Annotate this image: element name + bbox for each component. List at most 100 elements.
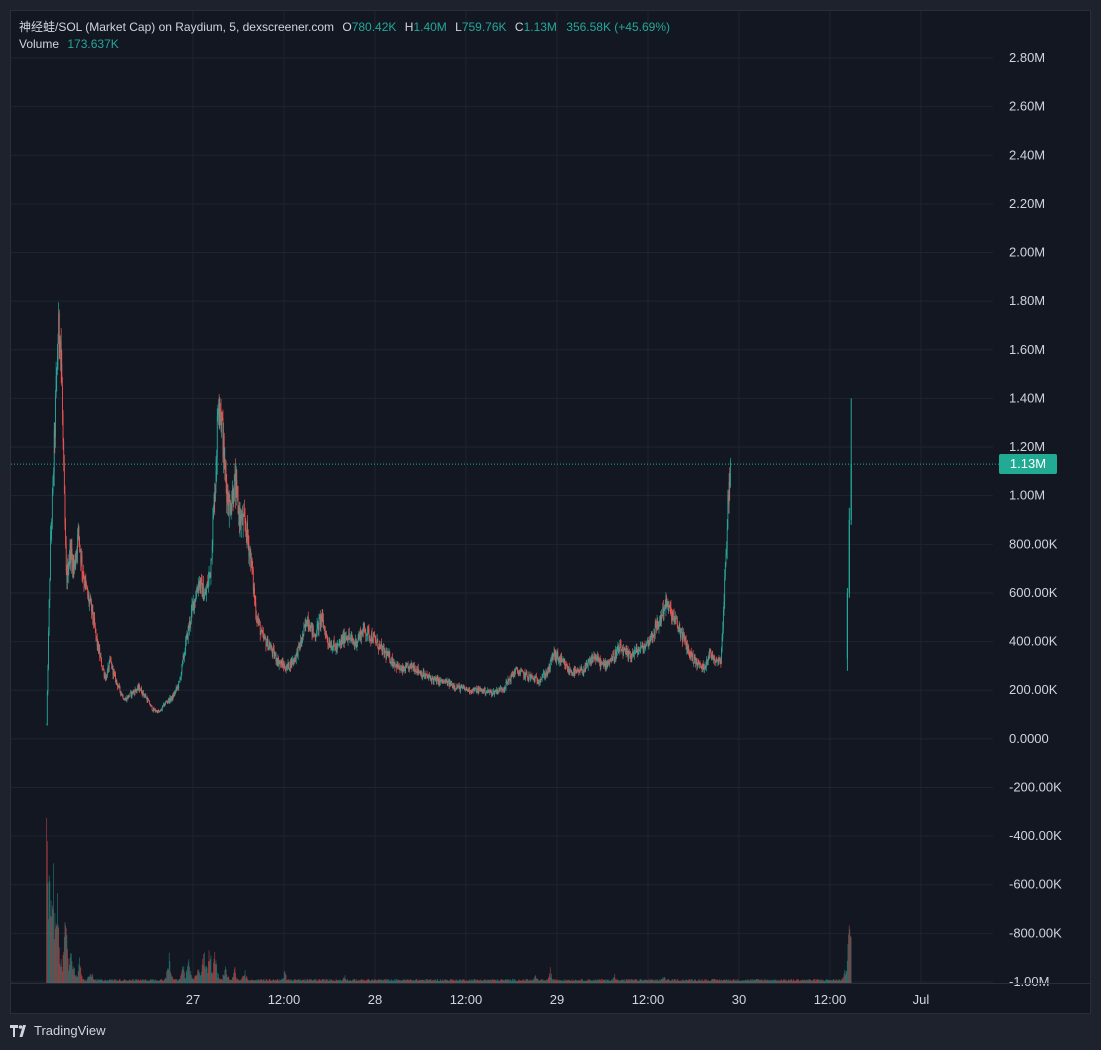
candle-body	[536, 677, 538, 682]
candle-body	[541, 678, 542, 680]
candle-body	[447, 680, 449, 686]
candle-body	[96, 635, 97, 638]
chart-frame[interactable]: 2.80M 2.60M 2.40M 2.20M 2.00M 1.80M 1.60M 1.40M…	[10, 10, 1091, 1014]
tradingview-brand: TradingView	[34, 1023, 106, 1038]
candle-body	[661, 615, 662, 622]
y-tick-label: 200.00K	[1009, 682, 1058, 697]
candle-body	[659, 621, 661, 624]
candle-body	[201, 578, 202, 580]
candle-body	[724, 564, 726, 577]
candle-body	[249, 550, 250, 557]
candle-body	[247, 537, 249, 543]
candle-body	[636, 647, 638, 650]
candle-body	[329, 642, 331, 648]
candle-body	[485, 693, 487, 694]
candle-body	[240, 518, 242, 526]
candle-body	[191, 604, 193, 611]
candle-body	[514, 671, 516, 675]
candle-body	[195, 597, 197, 602]
candle-body	[288, 662, 290, 670]
candle-body	[540, 679, 542, 681]
candle-body	[694, 655, 696, 659]
candle-body	[326, 633, 327, 635]
candle-body	[470, 690, 472, 692]
candle-body	[338, 644, 339, 646]
candle-body	[334, 644, 336, 648]
tradingview-attribution[interactable]: TradingView	[10, 1023, 106, 1038]
candle-body	[374, 637, 376, 641]
candle-body	[544, 675, 546, 678]
candle-body	[161, 706, 163, 710]
candle-body	[60, 340, 62, 365]
candle-body	[147, 699, 149, 701]
candle-body	[254, 588, 255, 600]
candle-body	[721, 647, 722, 664]
x-tick-label: 27	[186, 992, 200, 1007]
candle-body	[208, 573, 210, 579]
candle-body	[723, 600, 725, 610]
legend-close-label: C	[514, 20, 524, 34]
candle-body	[316, 624, 318, 636]
candle-body	[255, 602, 257, 618]
candle-body	[233, 500, 235, 504]
candle-body	[101, 658, 103, 667]
candle-body	[216, 457, 218, 471]
candle-body	[682, 633, 684, 642]
legend-low-value: 759.76K	[461, 20, 507, 34]
chart-canvas[interactable]: 2.80M 2.60M 2.40M 2.20M 2.00M 1.80M 1.60M 1.40M…	[11, 11, 1091, 1014]
candle-body	[645, 645, 647, 649]
candle-body	[848, 520, 850, 593]
candle-body	[517, 668, 518, 672]
candle-body	[623, 649, 624, 656]
candle-body	[185, 637, 187, 641]
candle-body	[381, 643, 382, 648]
candle-body	[379, 643, 381, 645]
volume-bar	[850, 937, 852, 983]
candle-body	[181, 663, 183, 673]
candle-body	[373, 634, 375, 637]
candle-body	[101, 666, 103, 669]
candle-body	[53, 473, 54, 478]
candle-body	[345, 637, 346, 639]
candle-body	[282, 661, 284, 665]
candle-body	[635, 650, 636, 652]
candle-body	[666, 602, 668, 607]
candle-body	[613, 653, 614, 654]
y-tick-label: -600.00K	[1009, 877, 1062, 892]
x-tick-label: 12:00	[268, 992, 301, 1007]
candle-body	[247, 523, 248, 538]
legend-open-value: 780.42K	[351, 20, 397, 34]
candle-body	[231, 501, 233, 511]
y-tick-label: 1.80M	[1009, 293, 1045, 308]
candle-body	[457, 687, 459, 689]
candle-body	[217, 415, 219, 417]
candle-body	[259, 620, 260, 624]
candle-body	[369, 636, 371, 640]
candle-body	[561, 657, 563, 661]
candle-body	[56, 359, 58, 370]
candle-body	[585, 663, 587, 670]
candle-body	[273, 647, 274, 649]
candle-body	[581, 667, 583, 672]
candle-body	[352, 637, 353, 642]
candle-body	[327, 640, 329, 644]
candle-body	[668, 605, 670, 612]
candle-body	[517, 671, 519, 674]
candle-body	[367, 627, 369, 629]
volume-layer	[46, 817, 852, 983]
candle-body	[50, 531, 52, 536]
candle-body	[850, 464, 852, 520]
candle-body	[82, 572, 84, 575]
candle-body	[216, 416, 218, 458]
candle-body	[139, 685, 140, 691]
candle-body	[726, 528, 728, 549]
candle-body	[492, 691, 494, 695]
candle-body	[522, 671, 524, 673]
candle-body	[624, 647, 626, 650]
candle-body	[46, 723, 48, 725]
candle-body	[361, 631, 363, 634]
candle-body	[365, 631, 367, 637]
candle-body	[446, 680, 448, 682]
candle-body	[395, 665, 396, 668]
x-tick-label: 29	[550, 992, 564, 1007]
